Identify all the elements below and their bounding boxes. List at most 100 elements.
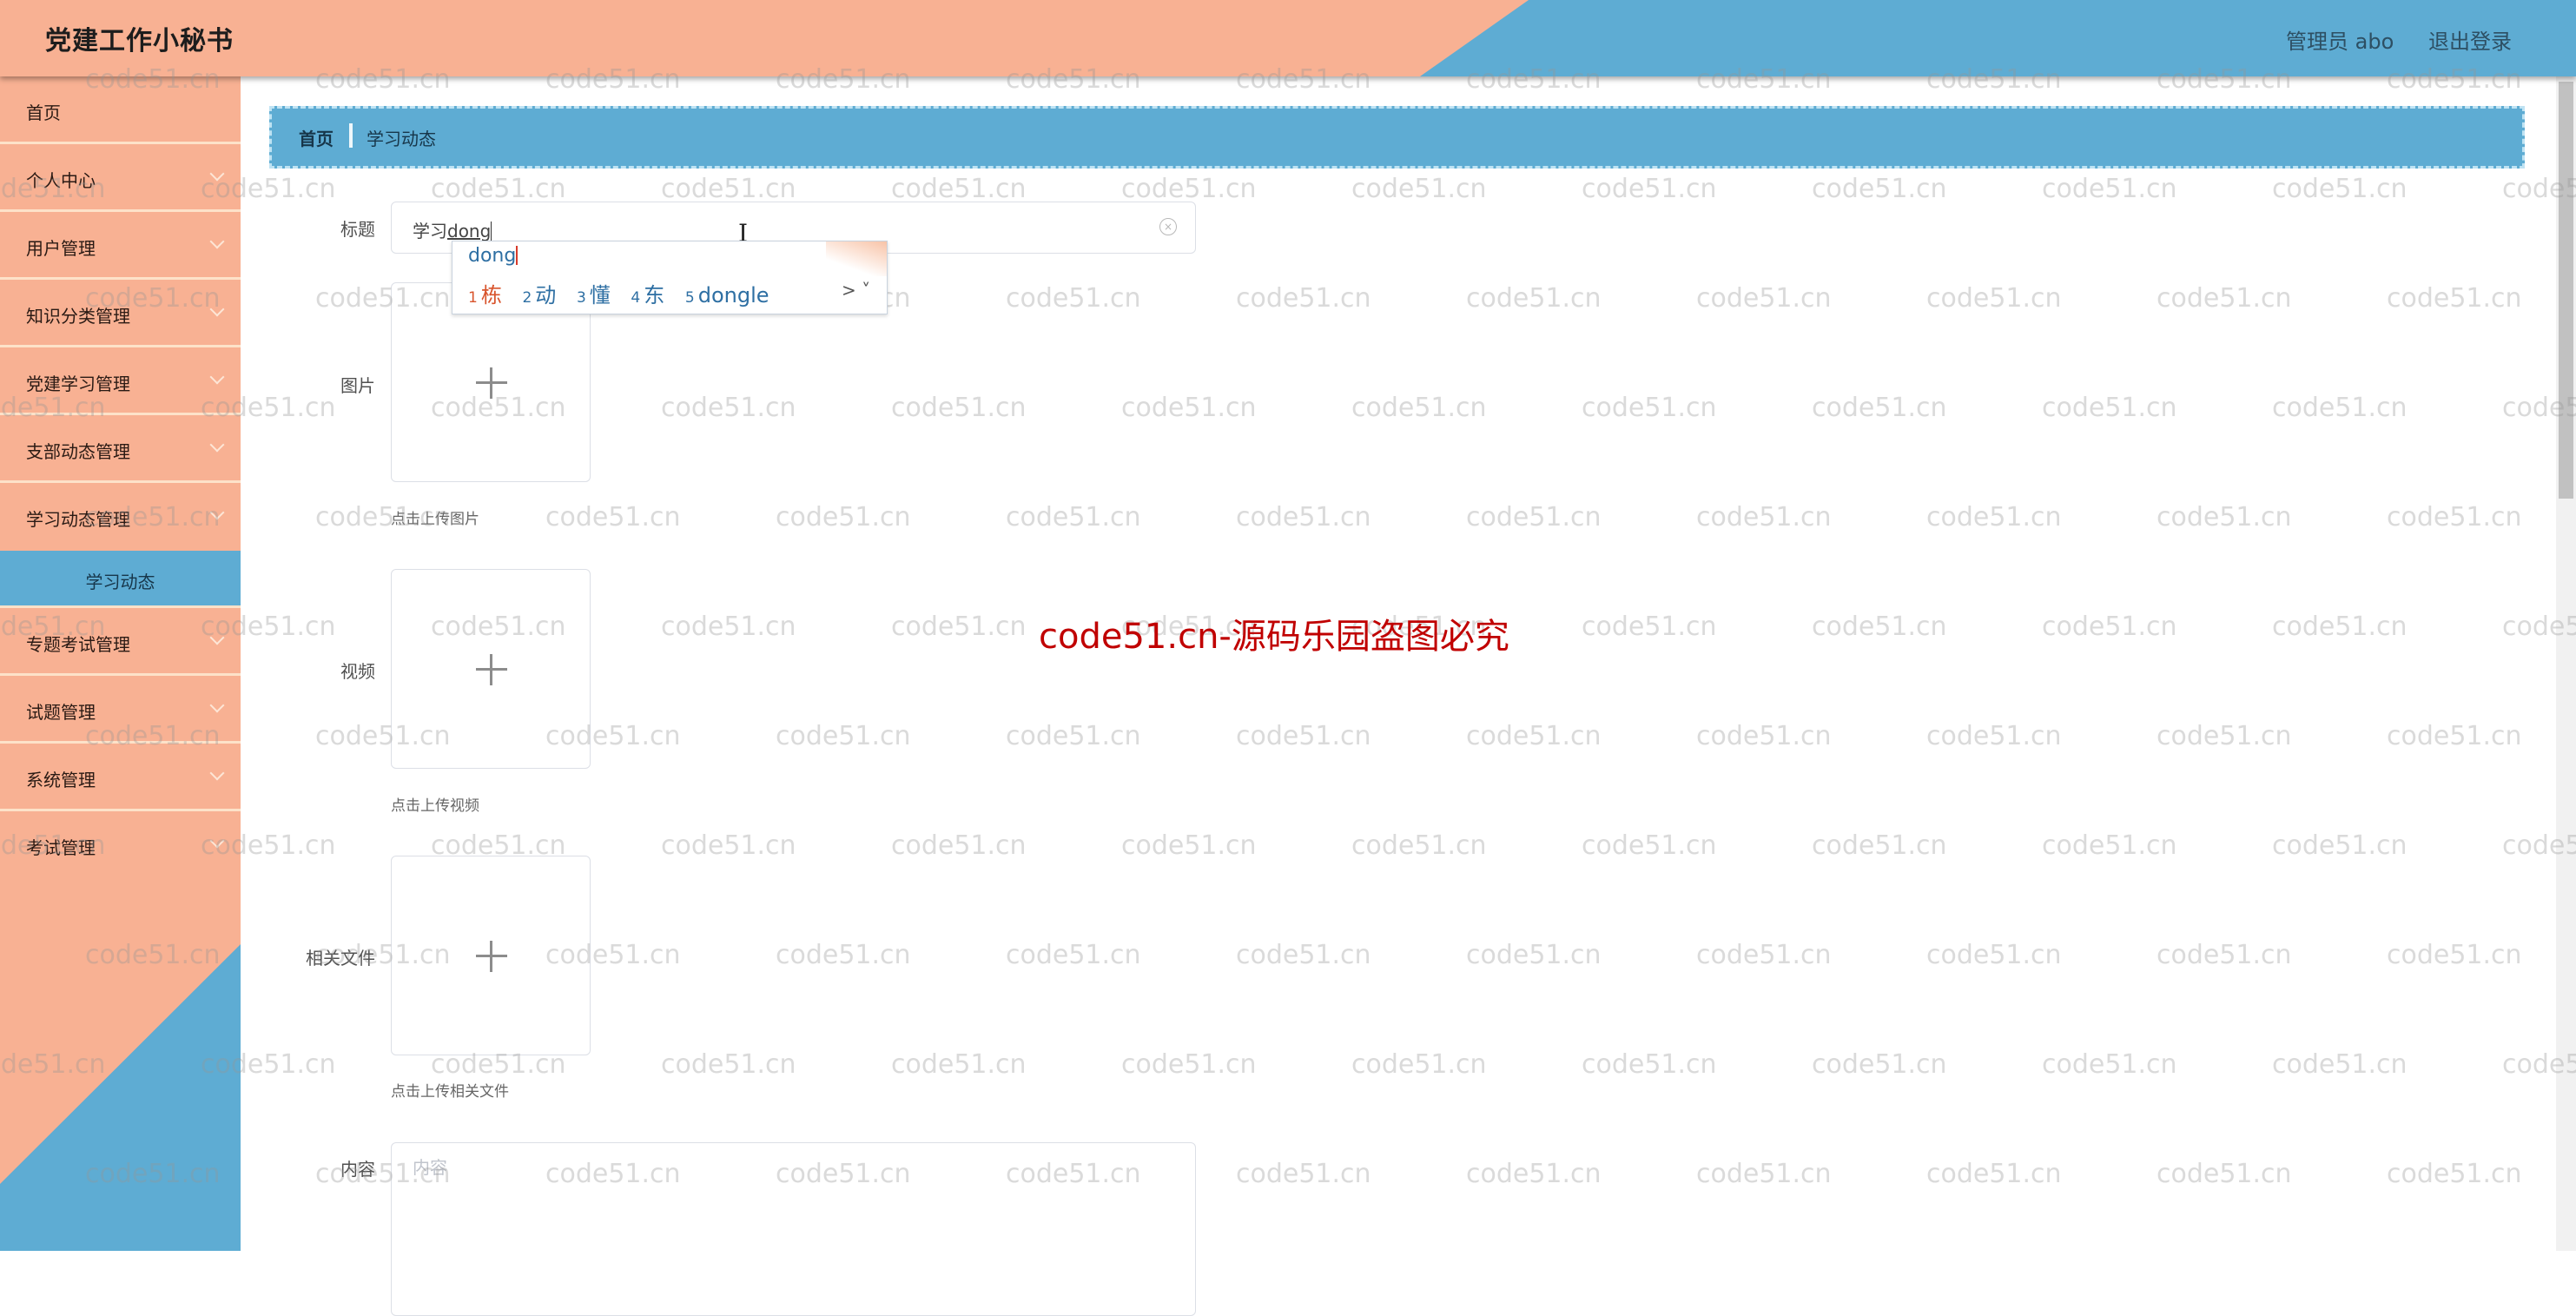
watermark-text: code51.cn (1236, 283, 1371, 314)
watermark-text: code51.cn (661, 1049, 796, 1080)
watermark-text: code51.cn (1812, 393, 1947, 423)
watermark-text: code51.cn (1466, 502, 1602, 532)
ime-next-page-icon[interactable]: > ˅ (842, 280, 870, 301)
watermark-text: code51.cn (891, 830, 1027, 861)
sidebar-item-topic-exam[interactable]: 专题考试管理 (0, 608, 241, 676)
watermark-text: code51.cn (1812, 1049, 1947, 1080)
sidebar-item-system-management[interactable]: 系统管理 (0, 744, 241, 811)
sidebar-item-label: 知识分类管理 (26, 306, 130, 327)
watermark-text: code51.cn (1926, 940, 2062, 970)
watermark-text: code51.cn (1006, 283, 1141, 314)
breadcrumb-home-link[interactable]: 首页 (299, 125, 334, 150)
candidate-number: 5 (684, 289, 695, 307)
ime-candidate[interactable]: 1栋 (468, 283, 502, 308)
image-upload-hint: 点击上传图片 (391, 511, 479, 528)
sidebar-item-home[interactable]: 首页 (0, 76, 241, 144)
watermark-text: code51.cn (2157, 502, 2292, 532)
watermark-text: code51.cn (1121, 393, 1257, 423)
watermark-text: code51.cn (2387, 502, 2522, 532)
sidebar: 首页 个人中心 用户管理 知识分类管理 党建学习管理 支部动态管理 学习动态管理… (0, 76, 241, 1251)
breadcrumb: 首页 学习动态 (269, 106, 2525, 169)
ime-candidate[interactable]: 5 dongle (685, 283, 769, 308)
watermark-text: code51.cn (1351, 393, 1487, 423)
watermark-text: code51.cn (776, 940, 911, 970)
logout-link[interactable]: 退出登录 (2428, 24, 2512, 55)
watermark-text: code51.cn (2157, 721, 2292, 751)
sidebar-item-knowledge-category[interactable]: 知识分类管理 (0, 280, 241, 347)
sidebar-item-user-management[interactable]: 用户管理 (0, 212, 241, 280)
watermark-text: code51.cn (2272, 174, 2408, 204)
watermark-text: code51.cn (1006, 502, 1141, 532)
candidate-number: 4 (631, 289, 641, 307)
sidebar-item-study-news-management[interactable]: 学习动态管理 (0, 483, 241, 551)
sidebar-subitem-study-news[interactable]: 学习动态 (0, 551, 241, 608)
watermark-text: code51.cn (1582, 830, 1717, 861)
ime-composition: dong (468, 245, 519, 267)
clear-icon[interactable]: × (1159, 218, 1177, 235)
sidebar-item-party-study[interactable]: 党建学习管理 (0, 347, 241, 415)
scrollbar-thumb[interactable] (2559, 82, 2573, 499)
chevron-down-icon (209, 166, 225, 182)
candidate-text: 栋 (480, 283, 502, 308)
chevron-down-icon (209, 833, 225, 849)
watermark-text: code51.cn (545, 502, 681, 532)
watermark-text: code51.cn (891, 612, 1027, 642)
watermark-text: code51.cn (776, 721, 911, 751)
watermark-text: code51.cn (1582, 612, 1717, 642)
watermark-text: code51.cn (2157, 283, 2292, 314)
candidate-number: 3 (576, 289, 586, 307)
sidebar-item-personal-center[interactable]: 个人中心 (0, 144, 241, 212)
chevron-down-icon (209, 765, 225, 781)
sidebar-item-label: 学习动态管理 (26, 509, 130, 530)
title-composing-text: dong (447, 221, 492, 241)
watermark-text: code51.cn (1121, 830, 1257, 861)
content-textarea[interactable]: 内容 (391, 1142, 1196, 1316)
watermark-text: code51.cn (2387, 940, 2522, 970)
watermark-text: code51.cn (891, 1049, 1027, 1080)
ime-candidate[interactable]: 3懂 (577, 283, 611, 308)
title-input-value: 学习dong (413, 217, 492, 242)
sidebar-subitem-label: 学习动态 (85, 572, 155, 592)
watermark-text: code51.cn (1696, 721, 1832, 751)
watermark-text: code51.cn (1926, 502, 2062, 532)
sidebar-item-label: 党建学习管理 (26, 374, 130, 394)
watermark-text: code51.cn (1926, 283, 2062, 314)
watermark-text: code51.cn (2157, 940, 2292, 970)
sidebar-item-branch-news[interactable]: 支部动态管理 (0, 415, 241, 483)
plus-icon-vertical (490, 367, 492, 399)
plus-icon-vertical (490, 941, 492, 972)
watermark-text: code51.cn (431, 174, 566, 204)
watermark-text: code51.cn (1812, 830, 1947, 861)
watermark-text: code51.cn (2042, 393, 2177, 423)
watermark-text: code51.cn (1351, 830, 1487, 861)
title-label: 标题 (340, 219, 375, 240)
watermark-text: code51.cn (1351, 174, 1487, 204)
ime-candidate[interactable]: 4东 (631, 283, 664, 308)
watermark-text: code51.cn (661, 830, 796, 861)
watermark-text: code51.cn (1696, 940, 1832, 970)
sidebar-item-question-management[interactable]: 试题管理 (0, 676, 241, 744)
watermark-text: code51.cn (2042, 1049, 2177, 1080)
sidebar-item-exam-management[interactable]: 考试管理 (0, 811, 241, 879)
chevron-down-icon (209, 369, 225, 385)
file-upload-box[interactable] (391, 856, 591, 1055)
watermark-text: code51.cn (1236, 1159, 1371, 1189)
chevron-down-icon (209, 437, 225, 453)
watermark-text: code51.cn (1006, 721, 1141, 751)
content-label: 内容 (340, 1159, 375, 1180)
sidebar-item-label: 系统管理 (26, 770, 96, 790)
ime-candidate[interactable]: 2动 (522, 283, 556, 308)
chevron-down-icon (209, 505, 225, 520)
watermark-text: code51.cn (2387, 283, 2522, 314)
text-caret (491, 222, 492, 241)
ime-caret (516, 246, 519, 265)
video-upload-box[interactable] (391, 569, 591, 769)
watermark-text: code51.cn (1696, 502, 1832, 532)
breadcrumb-current: 学习动态 (367, 129, 436, 149)
copyright-notice: code51.cn-源码乐园盗图必究 (1039, 617, 1509, 657)
image-label: 图片 (340, 375, 375, 396)
video-label: 视频 (340, 661, 375, 682)
watermark-text: code51.cn (2157, 1159, 2292, 1189)
ime-candidate-window: dong 1栋 2动 3懂 4东 5 dongle > ˅ (452, 241, 888, 314)
watermark-text: code51.cn (1466, 1159, 1602, 1189)
